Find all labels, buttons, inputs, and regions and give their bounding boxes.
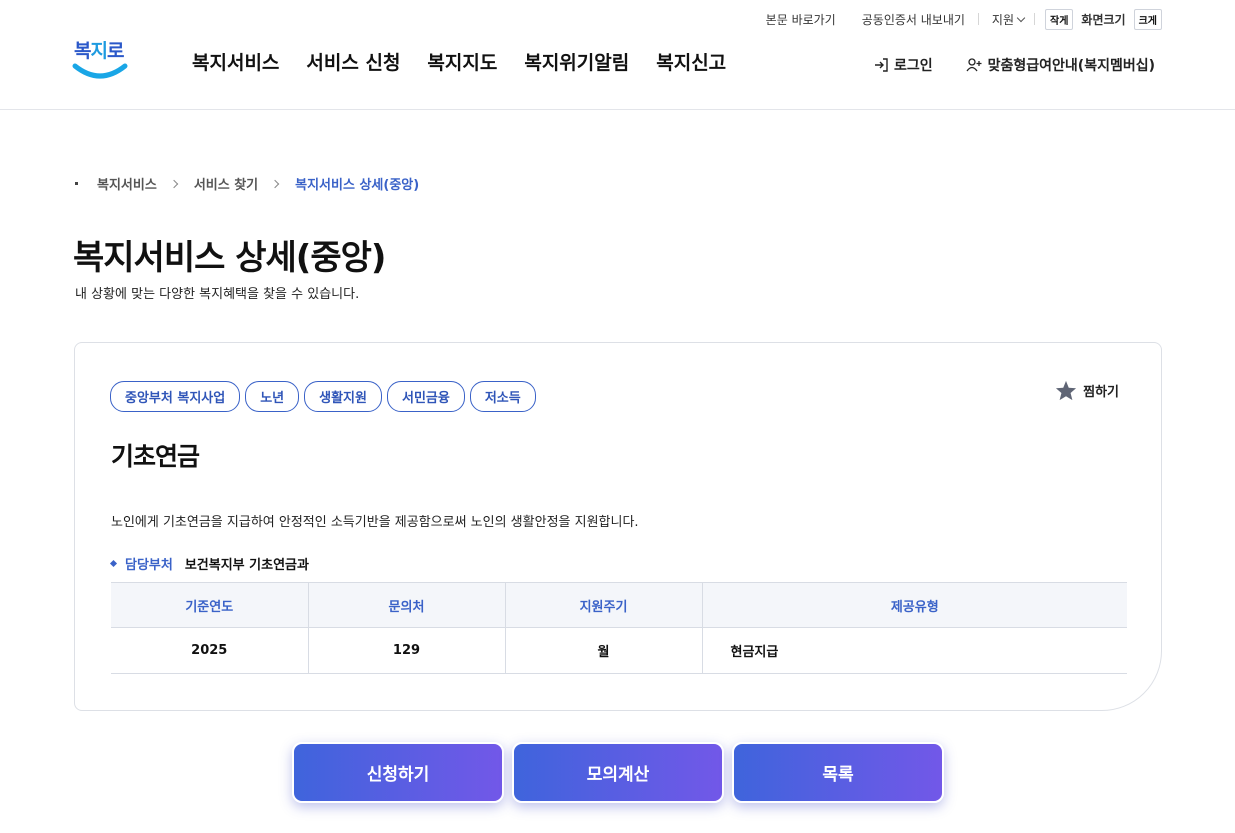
action-buttons: 신청하기 모의계산 목록 <box>292 742 944 803</box>
breadcrumb-home-dot <box>75 182 78 185</box>
membership-link[interactable]: 맞춤형급여안내(복지멤버십) <box>966 55 1155 75</box>
breadcrumb: 복지서비스 서비스 찾기 복지서비스 상세(중앙) <box>75 174 419 193</box>
page-subtitle: 내 상황에 맞는 다양한 복지혜택을 찾을 수 있습니다. <box>75 287 360 302</box>
service-tags: 중앙부처 복지사업 노년 생활지원 서민금융 저소득 <box>110 381 536 412</box>
service-description: 노인에게 기초연금을 지급하여 안정적인 소득기반을 제공함으로써 노인의 생활… <box>111 515 639 530</box>
page-title: 복지서비스 상세(중앙) <box>73 238 386 278</box>
logo-wordmark: 복지로 <box>74 36 125 63</box>
department-info: 담당부처 보건복지부 기초연금과 <box>109 554 309 573</box>
table-cell-type: 현금지급 <box>702 627 1127 674</box>
breadcrumb-item-current: 복지서비스 상세(중앙) <box>295 178 420 193</box>
site-logo[interactable]: 복지로 <box>72 36 128 86</box>
favorite-label: 찜하기 <box>1083 385 1119 400</box>
font-large-button[interactable]: 크게 <box>1133 8 1162 30</box>
service-info-table: 기준연도 문의처 지원주기 제공유형 2025 129 월 현금지급 <box>111 582 1127 674</box>
font-size-control: 작게 화면크기 크게 <box>1035 8 1162 30</box>
login-icon <box>875 58 888 72</box>
logo-char-1: 복 <box>74 40 92 62</box>
breadcrumb-item-welfare-service[interactable]: 복지서비스 <box>97 174 157 193</box>
font-small-button[interactable]: 작게 <box>1045 8 1074 30</box>
service-title: 기초연금 <box>111 442 200 471</box>
login-label: 로그인 <box>894 58 933 74</box>
language-label: 지원 <box>991 12 1015 27</box>
global-nav: 복지서비스 서비스 신청 복지지도 복지위기알림 복지신고 <box>192 48 726 75</box>
bullet-diamond-icon <box>109 559 118 568</box>
service-detail-card: 중앙부처 복지사업 노년 생활지원 서민금융 저소득 찜하기 기초연금 노인에게… <box>74 342 1162 711</box>
utility-bar: 본문 바로가기 공동인증서 내보내기 지원 작게 화면크기 크게 <box>753 8 1162 30</box>
simulate-button[interactable]: 모의계산 <box>512 742 724 803</box>
font-size-label: 화면크기 <box>1081 12 1126 27</box>
chevron-right-icon <box>270 179 280 188</box>
tag-item[interactable]: 노년 <box>245 381 300 412</box>
gnb-item-welfare-report[interactable]: 복지신고 <box>656 48 726 75</box>
language-select[interactable]: 지원 <box>979 11 1034 28</box>
table-header-contact: 문의처 <box>308 582 506 628</box>
table-header-year: 기준연도 <box>111 582 309 628</box>
tag-item[interactable]: 서민금융 <box>386 381 465 412</box>
table-cell-year: 2025 <box>111 627 309 674</box>
header-actions: 로그인 맞춤형급여안내(복지멤버십) <box>874 55 1155 75</box>
tag-item[interactable]: 중앙부처 복지사업 <box>110 381 241 412</box>
cert-export-link[interactable]: 공동인증서 내보내기 <box>849 11 978 28</box>
list-button[interactable]: 목록 <box>732 742 944 803</box>
favorite-button[interactable]: 찜하기 <box>1055 380 1119 401</box>
gnb-item-service-apply[interactable]: 서비스 신청 <box>306 48 400 75</box>
department-label: 담당부처 <box>125 558 173 573</box>
chevron-down-icon <box>1016 13 1026 22</box>
tag-item[interactable]: 생활지원 <box>304 381 382 412</box>
logo-char-3: 로 <box>106 40 125 62</box>
table-cell-contact: 129 <box>308 627 506 674</box>
breadcrumb-item-service-find[interactable]: 서비스 찾기 <box>194 174 258 193</box>
logo-char-2: 지 <box>90 40 108 62</box>
star-icon <box>1056 380 1077 401</box>
logo-smile-icon <box>72 63 128 79</box>
gnb-item-crisis-alert[interactable]: 복지위기알림 <box>524 48 629 75</box>
tag-item[interactable]: 저소득 <box>469 381 536 412</box>
membership-label: 맞춤형급여안내(복지멤버십) <box>987 58 1155 74</box>
table-header-row: 기준연도 문의처 지원주기 제공유형 <box>111 582 1127 628</box>
chevron-right-icon <box>169 179 179 188</box>
skip-to-content-link[interactable]: 본문 바로가기 <box>753 11 849 28</box>
table-row: 2025 129 월 현금지급 <box>111 627 1127 674</box>
gnb-item-welfare-service[interactable]: 복지서비스 <box>192 48 279 75</box>
table-cell-cycle: 월 <box>505 627 703 674</box>
user-add-icon <box>966 58 982 72</box>
login-link[interactable]: 로그인 <box>874 55 933 75</box>
table-header-type: 제공유형 <box>702 582 1127 628</box>
table-header-cycle: 지원주기 <box>505 582 703 628</box>
department-value: 보건복지부 기초연금과 <box>184 558 309 573</box>
gnb-item-welfare-map[interactable]: 복지지도 <box>427 48 497 75</box>
apply-button[interactable]: 신청하기 <box>292 742 504 803</box>
